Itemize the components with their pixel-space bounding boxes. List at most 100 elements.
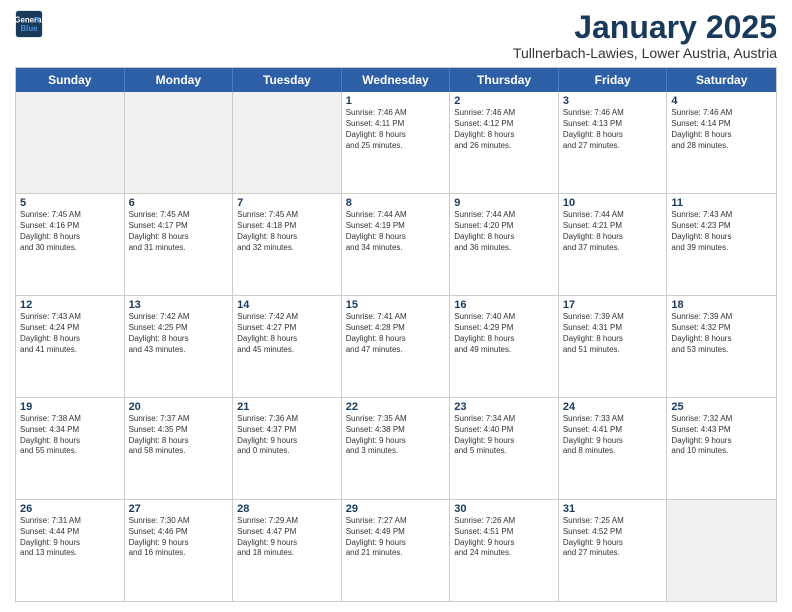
cell-content: Sunrise: 7:41 AM Sunset: 4:28 PM Dayligh… (346, 312, 446, 355)
cell-content: Sunrise: 7:40 AM Sunset: 4:29 PM Dayligh… (454, 312, 554, 355)
calendar-cell: 8Sunrise: 7:44 AM Sunset: 4:19 PM Daylig… (342, 194, 451, 295)
calendar-cell (233, 92, 342, 193)
cell-content: Sunrise: 7:27 AM Sunset: 4:49 PM Dayligh… (346, 516, 446, 559)
calendar-cell: 26Sunrise: 7:31 AM Sunset: 4:44 PM Dayli… (16, 500, 125, 601)
calendar-cell: 25Sunrise: 7:32 AM Sunset: 4:43 PM Dayli… (667, 398, 776, 499)
day-number: 28 (237, 503, 337, 515)
day-number: 14 (237, 299, 337, 311)
calendar-cell (16, 92, 125, 193)
cell-content: Sunrise: 7:42 AM Sunset: 4:27 PM Dayligh… (237, 312, 337, 355)
calendar-week-row: 5Sunrise: 7:45 AM Sunset: 4:16 PM Daylig… (16, 194, 776, 296)
calendar-cell (667, 500, 776, 601)
day-number: 1 (346, 95, 446, 107)
svg-text:Blue: Blue (20, 24, 38, 33)
calendar-body: 1Sunrise: 7:46 AM Sunset: 4:11 PM Daylig… (16, 92, 776, 601)
day-of-week-header: Tuesday (233, 68, 342, 92)
cell-content: Sunrise: 7:46 AM Sunset: 4:13 PM Dayligh… (563, 108, 663, 151)
calendar-cell: 6Sunrise: 7:45 AM Sunset: 4:17 PM Daylig… (125, 194, 234, 295)
calendar-cell: 31Sunrise: 7:25 AM Sunset: 4:52 PM Dayli… (559, 500, 668, 601)
day-number: 27 (129, 503, 229, 515)
day-number: 16 (454, 299, 554, 311)
calendar-cell: 11Sunrise: 7:43 AM Sunset: 4:23 PM Dayli… (667, 194, 776, 295)
calendar-cell: 1Sunrise: 7:46 AM Sunset: 4:11 PM Daylig… (342, 92, 451, 193)
cell-content: Sunrise: 7:46 AM Sunset: 4:11 PM Dayligh… (346, 108, 446, 151)
day-number: 7 (237, 197, 337, 209)
day-number: 30 (454, 503, 554, 515)
cell-content: Sunrise: 7:39 AM Sunset: 4:31 PM Dayligh… (563, 312, 663, 355)
day-number: 29 (346, 503, 446, 515)
calendar-cell: 13Sunrise: 7:42 AM Sunset: 4:25 PM Dayli… (125, 296, 234, 397)
calendar-cell: 14Sunrise: 7:42 AM Sunset: 4:27 PM Dayli… (233, 296, 342, 397)
calendar-cell: 4Sunrise: 7:46 AM Sunset: 4:14 PM Daylig… (667, 92, 776, 193)
calendar-cell: 10Sunrise: 7:44 AM Sunset: 4:21 PM Dayli… (559, 194, 668, 295)
cell-content: Sunrise: 7:46 AM Sunset: 4:12 PM Dayligh… (454, 108, 554, 151)
calendar-week-row: 19Sunrise: 7:38 AM Sunset: 4:34 PM Dayli… (16, 398, 776, 500)
calendar: SundayMondayTuesdayWednesdayThursdayFrid… (15, 67, 777, 602)
day-number: 9 (454, 197, 554, 209)
cell-content: Sunrise: 7:43 AM Sunset: 4:24 PM Dayligh… (20, 312, 120, 355)
day-of-week-header: Friday (559, 68, 668, 92)
calendar-cell: 22Sunrise: 7:35 AM Sunset: 4:38 PM Dayli… (342, 398, 451, 499)
day-number: 8 (346, 197, 446, 209)
calendar-cell: 28Sunrise: 7:29 AM Sunset: 4:47 PM Dayli… (233, 500, 342, 601)
cell-content: Sunrise: 7:32 AM Sunset: 4:43 PM Dayligh… (671, 414, 772, 457)
cell-content: Sunrise: 7:42 AM Sunset: 4:25 PM Dayligh… (129, 312, 229, 355)
day-number: 4 (671, 95, 772, 107)
location-title: Tullnerbach-Lawies, Lower Austria, Austr… (513, 45, 777, 61)
cell-content: Sunrise: 7:35 AM Sunset: 4:38 PM Dayligh… (346, 414, 446, 457)
day-number: 21 (237, 401, 337, 413)
calendar-header: SundayMondayTuesdayWednesdayThursdayFrid… (16, 68, 776, 92)
day-of-week-header: Sunday (16, 68, 125, 92)
day-number: 6 (129, 197, 229, 209)
calendar-cell: 19Sunrise: 7:38 AM Sunset: 4:34 PM Dayli… (16, 398, 125, 499)
cell-content: Sunrise: 7:45 AM Sunset: 4:18 PM Dayligh… (237, 210, 337, 253)
cell-content: Sunrise: 7:36 AM Sunset: 4:37 PM Dayligh… (237, 414, 337, 457)
calendar-cell: 30Sunrise: 7:26 AM Sunset: 4:51 PM Dayli… (450, 500, 559, 601)
calendar-week-row: 26Sunrise: 7:31 AM Sunset: 4:44 PM Dayli… (16, 500, 776, 601)
day-number: 11 (671, 197, 772, 209)
cell-content: Sunrise: 7:44 AM Sunset: 4:19 PM Dayligh… (346, 210, 446, 253)
calendar-cell: 12Sunrise: 7:43 AM Sunset: 4:24 PM Dayli… (16, 296, 125, 397)
cell-content: Sunrise: 7:44 AM Sunset: 4:20 PM Dayligh… (454, 210, 554, 253)
day-number: 10 (563, 197, 663, 209)
day-number: 18 (671, 299, 772, 311)
day-number: 20 (129, 401, 229, 413)
calendar-cell: 29Sunrise: 7:27 AM Sunset: 4:49 PM Dayli… (342, 500, 451, 601)
calendar-cell: 2Sunrise: 7:46 AM Sunset: 4:12 PM Daylig… (450, 92, 559, 193)
calendar-cell: 21Sunrise: 7:36 AM Sunset: 4:37 PM Dayli… (233, 398, 342, 499)
logo: General Blue (15, 10, 45, 38)
day-number: 15 (346, 299, 446, 311)
calendar-cell: 23Sunrise: 7:34 AM Sunset: 4:40 PM Dayli… (450, 398, 559, 499)
day-of-week-header: Saturday (667, 68, 776, 92)
day-of-week-header: Wednesday (342, 68, 451, 92)
cell-content: Sunrise: 7:31 AM Sunset: 4:44 PM Dayligh… (20, 516, 120, 559)
calendar-cell: 15Sunrise: 7:41 AM Sunset: 4:28 PM Dayli… (342, 296, 451, 397)
cell-content: Sunrise: 7:29 AM Sunset: 4:47 PM Dayligh… (237, 516, 337, 559)
calendar-cell (125, 92, 234, 193)
cell-content: Sunrise: 7:45 AM Sunset: 4:17 PM Dayligh… (129, 210, 229, 253)
day-number: 3 (563, 95, 663, 107)
cell-content: Sunrise: 7:34 AM Sunset: 4:40 PM Dayligh… (454, 414, 554, 457)
cell-content: Sunrise: 7:39 AM Sunset: 4:32 PM Dayligh… (671, 312, 772, 355)
cell-content: Sunrise: 7:30 AM Sunset: 4:46 PM Dayligh… (129, 516, 229, 559)
cell-content: Sunrise: 7:25 AM Sunset: 4:52 PM Dayligh… (563, 516, 663, 559)
cell-content: Sunrise: 7:43 AM Sunset: 4:23 PM Dayligh… (671, 210, 772, 253)
day-of-week-header: Monday (125, 68, 234, 92)
logo-icon: General Blue (15, 10, 43, 38)
cell-content: Sunrise: 7:44 AM Sunset: 4:21 PM Dayligh… (563, 210, 663, 253)
day-number: 5 (20, 197, 120, 209)
calendar-page: General Blue January 2025 Tullnerbach-La… (0, 0, 792, 612)
day-number: 23 (454, 401, 554, 413)
calendar-week-row: 1Sunrise: 7:46 AM Sunset: 4:11 PM Daylig… (16, 92, 776, 194)
calendar-cell: 17Sunrise: 7:39 AM Sunset: 4:31 PM Dayli… (559, 296, 668, 397)
calendar-cell: 27Sunrise: 7:30 AM Sunset: 4:46 PM Dayli… (125, 500, 234, 601)
cell-content: Sunrise: 7:26 AM Sunset: 4:51 PM Dayligh… (454, 516, 554, 559)
month-title: January 2025 (513, 10, 777, 45)
day-number: 13 (129, 299, 229, 311)
calendar-cell: 16Sunrise: 7:40 AM Sunset: 4:29 PM Dayli… (450, 296, 559, 397)
cell-content: Sunrise: 7:45 AM Sunset: 4:16 PM Dayligh… (20, 210, 120, 253)
calendar-cell: 18Sunrise: 7:39 AM Sunset: 4:32 PM Dayli… (667, 296, 776, 397)
day-number: 19 (20, 401, 120, 413)
day-of-week-header: Thursday (450, 68, 559, 92)
day-number: 24 (563, 401, 663, 413)
